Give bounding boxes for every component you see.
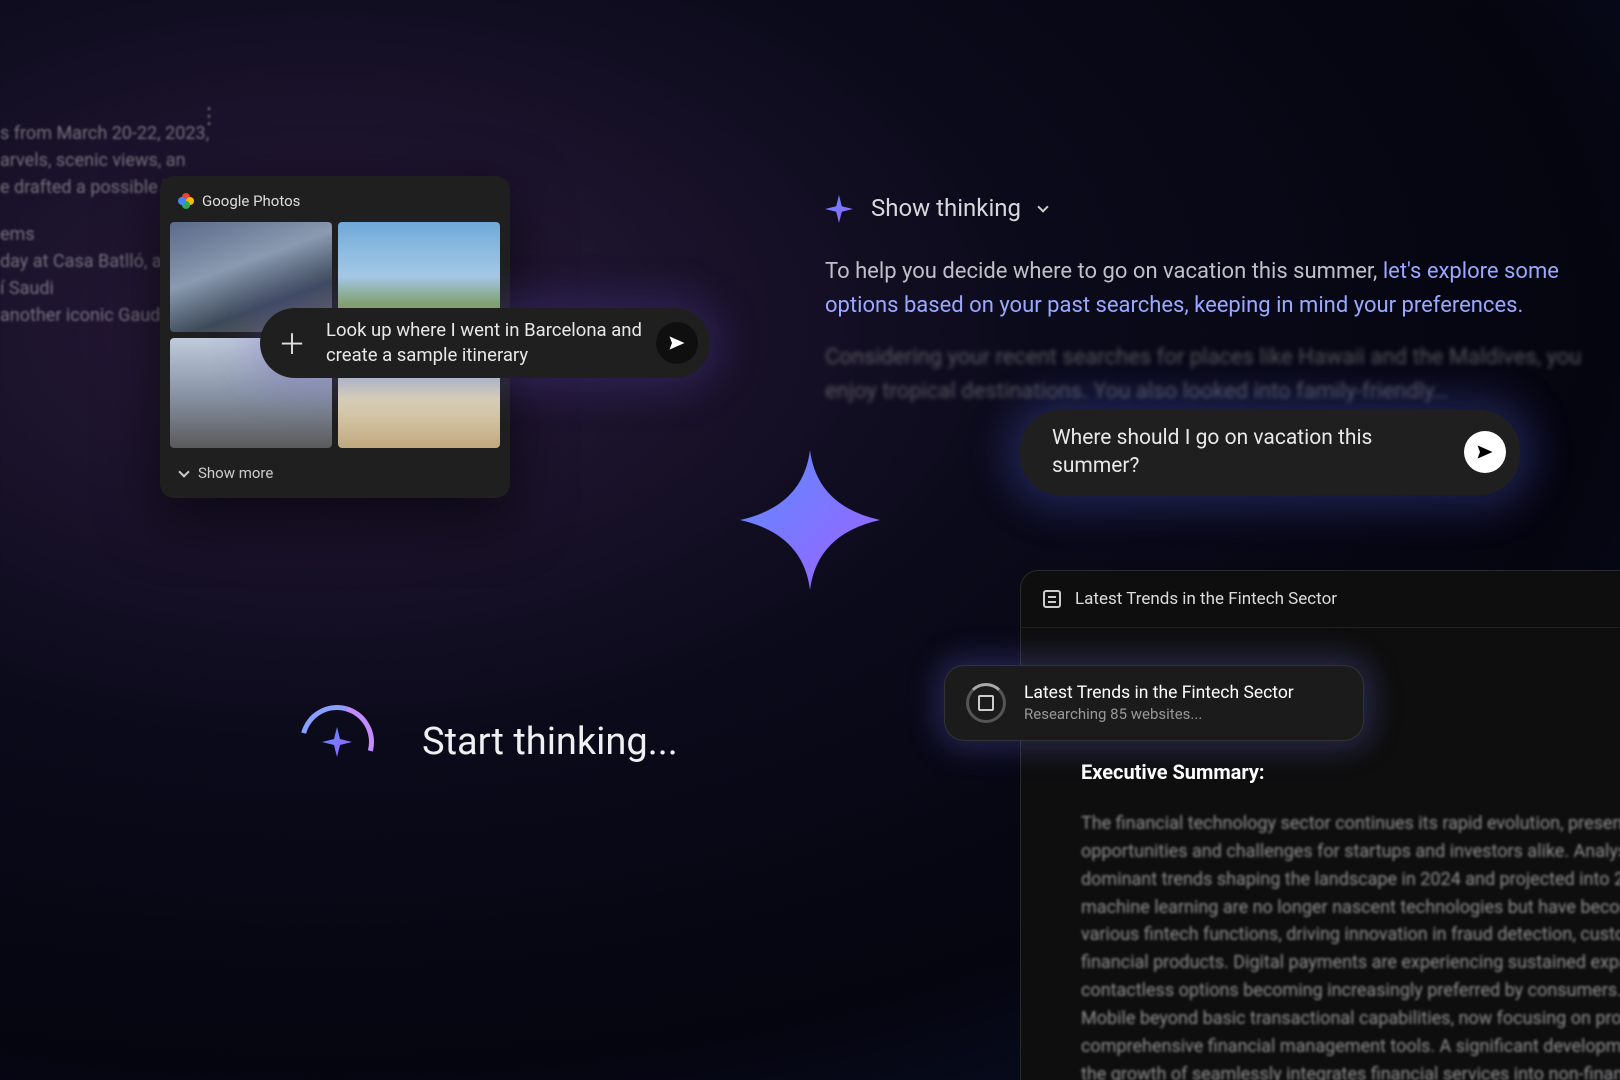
send-button[interactable]: [1464, 431, 1506, 473]
start-thinking-label: Start thinking...: [422, 720, 678, 764]
bg-line: s from March 20-22, 2023,: [0, 120, 260, 147]
prompt-text: Where should I go on vacation this summe…: [1052, 424, 1450, 481]
photos-header-label: Google Photos: [202, 192, 300, 210]
research-chip-status: Researching 85 websites...: [1024, 705, 1294, 723]
document-subhead: Executive Summary:: [1081, 757, 1620, 788]
show-thinking-toggle[interactable]: Show thinking: [825, 190, 1620, 227]
document-paragraph: The financial technology sector continue…: [1081, 810, 1620, 1080]
barcelona-prompt-pill[interactable]: ＋ Look up where I went in Barcelona and …: [260, 308, 710, 378]
send-icon: [667, 333, 687, 353]
more-icon[interactable]: ⋮: [198, 100, 220, 133]
show-more-button[interactable]: Show more: [170, 448, 500, 484]
chevron-down-icon: [178, 466, 189, 477]
prompt-text: Look up where I went in Barcelona and cr…: [326, 318, 642, 368]
thinking-spinner-icon: [300, 705, 374, 779]
add-attachment-button[interactable]: ＋: [272, 323, 312, 363]
gemini-sparkle-icon: [740, 450, 880, 590]
document-header: Latest Trends in the Fintech Sector: [1021, 571, 1620, 628]
start-thinking-row: Start thinking...: [300, 705, 678, 779]
show-more-label: Show more: [198, 464, 273, 482]
sparkle-icon: [825, 195, 853, 223]
thinking-body: To help you decide where to go on vacati…: [825, 255, 1620, 323]
thinking-fade-text: Considering your recent searches for pla…: [825, 341, 1620, 409]
thinking-text: To help you decide where to go on vacati…: [825, 259, 1383, 284]
document-icon: [1043, 590, 1061, 608]
send-icon: [1475, 442, 1495, 462]
send-button[interactable]: [656, 322, 698, 364]
research-status-chip[interactable]: Latest Trends in the Fintech Sector Rese…: [944, 665, 1364, 741]
thinking-block: Show thinking To help you decide where t…: [825, 190, 1620, 410]
vacation-prompt-pill[interactable]: Where should I go on vacation this summe…: [1020, 410, 1520, 495]
chevron-down-icon: [1037, 201, 1048, 212]
research-spinner-icon: [966, 683, 1006, 723]
google-photos-icon: [178, 193, 194, 209]
show-thinking-label: Show thinking: [871, 190, 1021, 227]
photos-header: Google Photos: [170, 186, 500, 222]
document-panel: Latest Trends in the Fintech Sector e Fi…: [1020, 570, 1620, 1080]
bg-line: arvels, scenic views, an: [0, 147, 260, 174]
research-chip-title: Latest Trends in the Fintech Sector: [1024, 683, 1294, 703]
document-header-title: Latest Trends in the Fintech Sector: [1075, 589, 1337, 609]
